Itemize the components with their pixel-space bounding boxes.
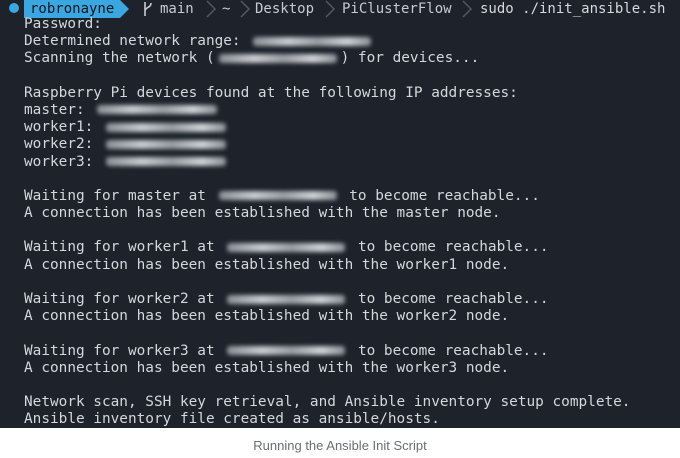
- wait-suffix: to become reachable...: [349, 291, 549, 307]
- redacted-ip: [97, 105, 218, 115]
- redacted-ip: [105, 122, 226, 132]
- scan-label: Scanning the network (: [24, 50, 215, 67]
- device-label: worker3:: [24, 153, 102, 170]
- redacted-ip: [227, 346, 346, 356]
- output-line: Scanning the network ( ) for devices...: [24, 50, 630, 67]
- wait-suffix: to become reachable...: [349, 342, 549, 359]
- terminal-output: Password: Determined network range: Scan…: [24, 16, 630, 428]
- redacted-ip: [218, 191, 337, 201]
- terminal-window[interactable]: robronayne main ~ Desktop PiClusterFlow …: [0, 0, 680, 428]
- output-line: Raspberry Pi devices found at the follow…: [24, 84, 518, 101]
- wait-label: Waiting for worker1 at: [24, 239, 224, 256]
- complete-line: Network scan, SSH key retrieval, and Ans…: [24, 394, 631, 411]
- wait-label: Waiting for worker3 at: [24, 342, 224, 359]
- established-line: A connection has been established with t…: [24, 205, 501, 222]
- device-line: worker2:: [24, 136, 630, 153]
- device-label: worker1:: [24, 119, 102, 136]
- redacted-ip: [227, 242, 346, 252]
- inventory-line: Ansible inventory file created as ansibl…: [24, 411, 440, 428]
- redacted-ip: [227, 294, 346, 304]
- redacted-ip: [105, 157, 226, 166]
- established-line: A connection has been established with t…: [24, 308, 510, 325]
- established-line: A connection has been established with t…: [24, 359, 510, 376]
- wait-line: Waiting for worker3 at to become reachab…: [24, 343, 630, 360]
- device-line: worker3:: [24, 154, 630, 171]
- range-label: Determined network range:: [24, 33, 250, 50]
- device-line: worker1:: [24, 119, 630, 136]
- wait-suffix: to become reachable...: [340, 187, 540, 204]
- established-line: A connection has been established with t…: [24, 256, 510, 273]
- wait-suffix: to become reachable...: [349, 239, 549, 256]
- wait-label: Waiting for worker2 at: [24, 291, 224, 307]
- output-line: Determined network range:: [24, 33, 630, 50]
- scan-suffix: ) for devices...: [340, 50, 480, 67]
- wait-line: Waiting for master at to become reachabl…: [24, 188, 630, 205]
- device-label: worker2:: [24, 136, 102, 153]
- redacted-ip: [105, 139, 226, 149]
- wait-line: Waiting for worker1 at to become reachab…: [24, 239, 630, 256]
- output-line: Password:: [24, 16, 102, 32]
- redacted-value: [218, 53, 337, 63]
- wait-line: Waiting for worker2 at to become reachab…: [24, 291, 630, 308]
- device-line: master:: [24, 102, 630, 119]
- wait-label: Waiting for master at: [24, 187, 215, 204]
- device-label: master:: [24, 101, 94, 118]
- redacted-value: [253, 36, 372, 46]
- figure-caption: Running the Ansible Init Script: [253, 438, 427, 453]
- prompt-dot-icon: [9, 3, 19, 13]
